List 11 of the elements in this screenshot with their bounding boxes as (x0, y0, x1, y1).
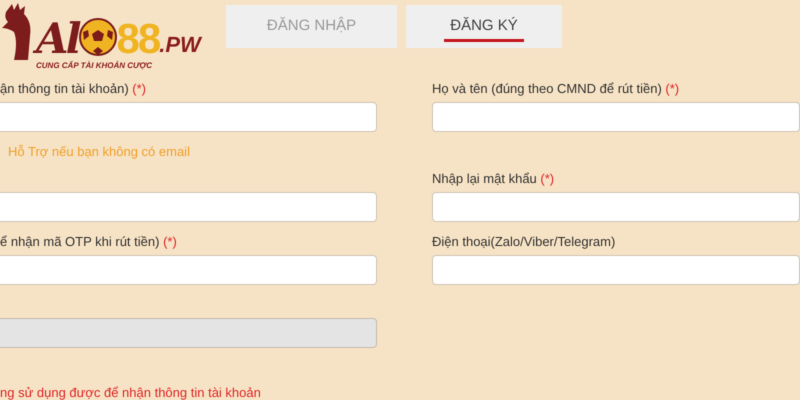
logo-tagline: CUNG CẤP TÀI KHOẢN CƯỢC (36, 61, 153, 70)
logo-text: 88 (116, 18, 160, 60)
tab[interactable]: ĐĂNG KÝ (406, 5, 562, 48)
hint-text: Hỗ Trợ nếu bạn không có email (7, 144, 191, 159)
field-label: Điện thoại(Zalo/Viber/Telegram) (432, 234, 616, 249)
logo-domain: .PW (159, 34, 201, 56)
field-label: Nhập lại mật khẩu (*) (432, 171, 556, 186)
field-label: ể nhận mã OTP khi rút tiền) (*) (0, 234, 178, 249)
field-label: ận thông tin tài khoản) (*) (0, 81, 147, 96)
field-label: Họ và tên (đúng theo CMND để rút tiền) (*) (432, 81, 680, 96)
notice-text: ng sử dụng được để nhận thông tin tài khoản (0, 385, 262, 400)
